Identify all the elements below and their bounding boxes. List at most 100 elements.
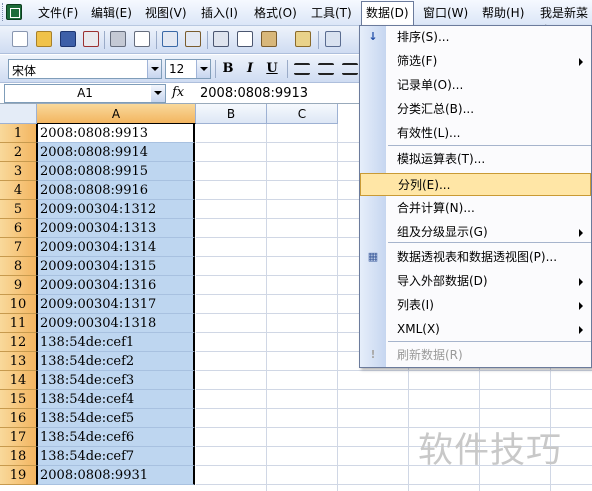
font-size-combo[interactable]: 12	[165, 59, 211, 79]
row-header[interactable]: 2	[0, 143, 37, 162]
cell-a[interactable]: 2008:0808:9913	[37, 124, 195, 143]
chevron-down-icon[interactable]	[151, 85, 165, 102]
menu-item-group-outline[interactable]: 组及分级显示(G)	[360, 221, 591, 244]
column-header-b[interactable]: B	[196, 104, 267, 124]
menu-item-xml[interactable]: XML(X)	[360, 318, 591, 341]
menu-item-consolidate[interactable]: 合并计算(N)...	[360, 197, 591, 220]
cell-a[interactable]: 138:54de:cef5	[37, 409, 195, 428]
row-header[interactable]: 3	[0, 162, 37, 181]
cell-a[interactable]: 138:54de:cef2	[37, 352, 195, 371]
cell-a[interactable]: 2009:00304:1315	[37, 257, 195, 276]
menu-insert[interactable]: 插入(I)	[201, 4, 238, 22]
menu-item-label: 排序(S)...	[397, 30, 450, 44]
italic-button[interactable]: I	[241, 60, 259, 78]
cell-a[interactable]: 138:54de:cef4	[37, 390, 195, 409]
menu-item-filter[interactable]: 筛选(F)	[360, 50, 591, 73]
format-painter-icon[interactable]	[295, 31, 311, 47]
menu-file[interactable]: 文件(F)	[38, 4, 78, 22]
row-header[interactable]: 15	[0, 390, 37, 409]
menu-item-list[interactable]: 列表(I)	[360, 294, 591, 317]
row-header[interactable]: 10	[0, 295, 37, 314]
menu-item-pivot-table[interactable]: ▦ 数据透视表和数据透视图(P)...	[360, 246, 591, 269]
spelling-icon[interactable]	[162, 31, 178, 47]
align-left-icon[interactable]	[294, 63, 310, 75]
chevron-down-icon[interactable]	[196, 60, 210, 78]
column-header-c[interactable]: C	[267, 104, 338, 124]
cell-a[interactable]: 2009:00304:1312	[37, 200, 195, 219]
row-header[interactable]: 18	[0, 447, 37, 466]
select-all-corner[interactable]	[0, 104, 37, 124]
open-folder-icon[interactable]	[36, 31, 52, 47]
row-header[interactable]: 12	[0, 333, 37, 352]
toolbar-separator	[207, 31, 208, 49]
menu-item-form[interactable]: 记录单(O)...	[360, 74, 591, 97]
bold-button[interactable]: B	[219, 60, 237, 78]
row-header[interactable]: 17	[0, 428, 37, 447]
cell-a[interactable]: 138:54de:cef1	[37, 333, 195, 352]
row-header[interactable]: 14	[0, 371, 37, 390]
menubar-grip[interactable]	[2, 3, 5, 21]
menu-item-subtotals[interactable]: 分类汇总(B)...	[360, 98, 591, 121]
menu-item-table[interactable]: 模拟运算表(T)...	[360, 148, 591, 171]
menu-tools[interactable]: 工具(T)	[311, 4, 352, 22]
cell-a[interactable]: 2008:0808:9915	[37, 162, 195, 181]
name-box[interactable]: A1	[4, 84, 166, 103]
permission-icon[interactable]	[83, 31, 99, 47]
menu-view[interactable]: 视图(V)	[145, 4, 187, 22]
menu-item-validation[interactable]: 有效性(L)...	[360, 122, 591, 145]
menu-data[interactable]: 数据(D)	[361, 1, 414, 26]
row-header[interactable]: 8	[0, 257, 37, 276]
underline-button[interactable]: U	[263, 60, 281, 78]
row-header[interactable]: 5	[0, 200, 37, 219]
formula-input[interactable]: 2008:0808:9913	[200, 86, 308, 101]
menu-item-import-external-data[interactable]: 导入外部数据(D)	[360, 270, 591, 293]
menu-edit[interactable]: 编辑(E)	[91, 4, 132, 22]
cell-a[interactable]: 2008:0808:9916	[37, 181, 195, 200]
chevron-down-icon[interactable]	[147, 60, 161, 78]
function-icon[interactable]: fx	[172, 85, 184, 100]
font-size-value: 12	[169, 62, 185, 76]
watermark: 软件技巧	[418, 431, 563, 471]
row-header[interactable]: 7	[0, 238, 37, 257]
print-preview-icon[interactable]	[134, 31, 150, 47]
row-header[interactable]: 4	[0, 181, 37, 200]
column-header-a[interactable]: A	[37, 104, 196, 124]
cell-a[interactable]: 2009:00304:1314	[37, 238, 195, 257]
cell-a[interactable]: 138:54de:cef6	[37, 428, 195, 447]
cell-a[interactable]: 138:54de:cef7	[37, 447, 195, 466]
row-header[interactable]: 16	[0, 409, 37, 428]
align-center-icon[interactable]	[318, 63, 334, 75]
research-icon[interactable]	[185, 31, 201, 47]
menu-format[interactable]: 格式(O)	[254, 4, 297, 22]
undo-icon[interactable]	[325, 31, 341, 47]
menu-custom[interactable]: 我是新菜鸟	[540, 4, 592, 38]
menu-item-sort[interactable]: ↓ 排序(S)...	[360, 26, 591, 49]
cell-a[interactable]: 2009:00304:1316	[37, 276, 195, 295]
row-header[interactable]: 1	[0, 124, 37, 143]
new-document-icon[interactable]	[12, 31, 28, 47]
pivot-table-icon: ▦	[367, 250, 379, 263]
align-right-icon[interactable]	[342, 63, 358, 75]
menu-item-text-to-columns[interactable]: 分列(E)...	[360, 173, 591, 196]
cut-icon[interactable]	[213, 31, 229, 47]
row-header[interactable]: 11	[0, 314, 37, 333]
cell-a[interactable]: 138:54de:cef3	[37, 371, 195, 390]
font-name-combo[interactable]: 宋体	[8, 59, 162, 79]
menu-item-label: 刷新数据(R)	[397, 348, 463, 362]
row-header[interactable]: 6	[0, 219, 37, 238]
menu-item-label: 数据透视表和数据透视图(P)...	[397, 250, 558, 264]
cell-a[interactable]: 2008:0808:9914	[37, 143, 195, 162]
cell-a[interactable]: 2009:00304:1317	[37, 295, 195, 314]
row-header[interactable]: 19	[0, 466, 37, 485]
menu-window[interactable]: 窗口(W)	[423, 4, 468, 22]
row-header[interactable]: 13	[0, 352, 37, 371]
copy-icon[interactable]	[237, 31, 253, 47]
row-header[interactable]: 9	[0, 276, 37, 295]
print-icon[interactable]	[110, 31, 126, 47]
save-icon[interactable]	[60, 31, 76, 47]
cell-a[interactable]: 2008:0808:9931	[37, 466, 195, 485]
cell-a[interactable]: 2009:00304:1318	[37, 314, 195, 333]
cell-a[interactable]: 2009:00304:1313	[37, 219, 195, 238]
menu-help[interactable]: 帮助(H)	[482, 4, 524, 22]
paste-icon[interactable]	[261, 31, 277, 47]
